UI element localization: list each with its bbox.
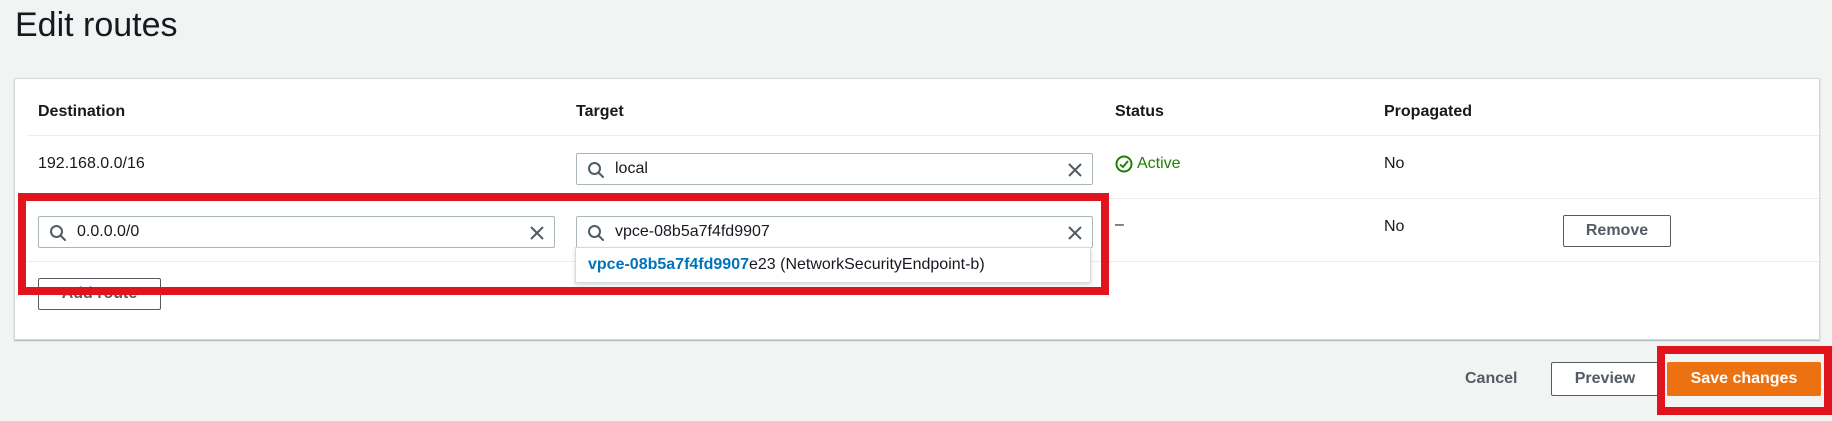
target-input[interactable]: local [576, 153, 1093, 185]
column-header-status: Status [1115, 103, 1164, 120]
status-check-icon [1115, 155, 1133, 173]
column-header-destination: Destination [38, 103, 126, 120]
status-badge: Active [1115, 155, 1181, 173]
column-header-target: Target [576, 103, 624, 120]
search-icon [588, 225, 604, 241]
destination-input[interactable]: 0.0.0.0/0 [38, 216, 555, 248]
cancel-button[interactable]: Cancel [1465, 370, 1517, 388]
status-text: – [1115, 216, 1124, 233]
search-icon [50, 225, 66, 241]
clear-icon[interactable] [528, 224, 546, 242]
page-title: Edit routes [15, 6, 178, 44]
remove-button[interactable]: Remove [1563, 215, 1671, 247]
clear-icon[interactable] [1066, 224, 1084, 242]
column-header-propagated: Propagated [1384, 103, 1473, 120]
suggestion-match-text: vpce-08b5a7f4fd9907 [588, 256, 749, 273]
search-icon [588, 162, 604, 178]
save-changes-button[interactable]: Save changes [1667, 362, 1821, 396]
propagated-cell: No [1384, 155, 1405, 172]
row-divider [27, 198, 1819, 199]
clear-icon[interactable] [1066, 161, 1084, 179]
header-divider [27, 135, 1819, 136]
preview-button[interactable]: Preview [1551, 362, 1659, 396]
target-suggestion-option[interactable]: vpce-08b5a7f4fd9907e23 (NetworkSecurityE… [575, 247, 1091, 283]
suggestion-rest-text: e23 (NetworkSecurityEndpoint-b) [748, 256, 985, 273]
destination-cell: 192.168.0.0/16 [38, 155, 145, 172]
target-input[interactable]: vpce-08b5a7f4fd9907 [576, 216, 1093, 248]
destination-value: 0.0.0.0/0 [77, 223, 140, 240]
target-value: vpce-08b5a7f4fd9907 [615, 223, 770, 240]
target-value: local [615, 160, 648, 177]
routes-panel: Destination Target Status Propagated 192… [14, 78, 1820, 340]
add-route-button[interactable]: Add route [38, 278, 161, 310]
status-text: Active [1137, 155, 1181, 172]
propagated-cell: No [1384, 218, 1405, 235]
